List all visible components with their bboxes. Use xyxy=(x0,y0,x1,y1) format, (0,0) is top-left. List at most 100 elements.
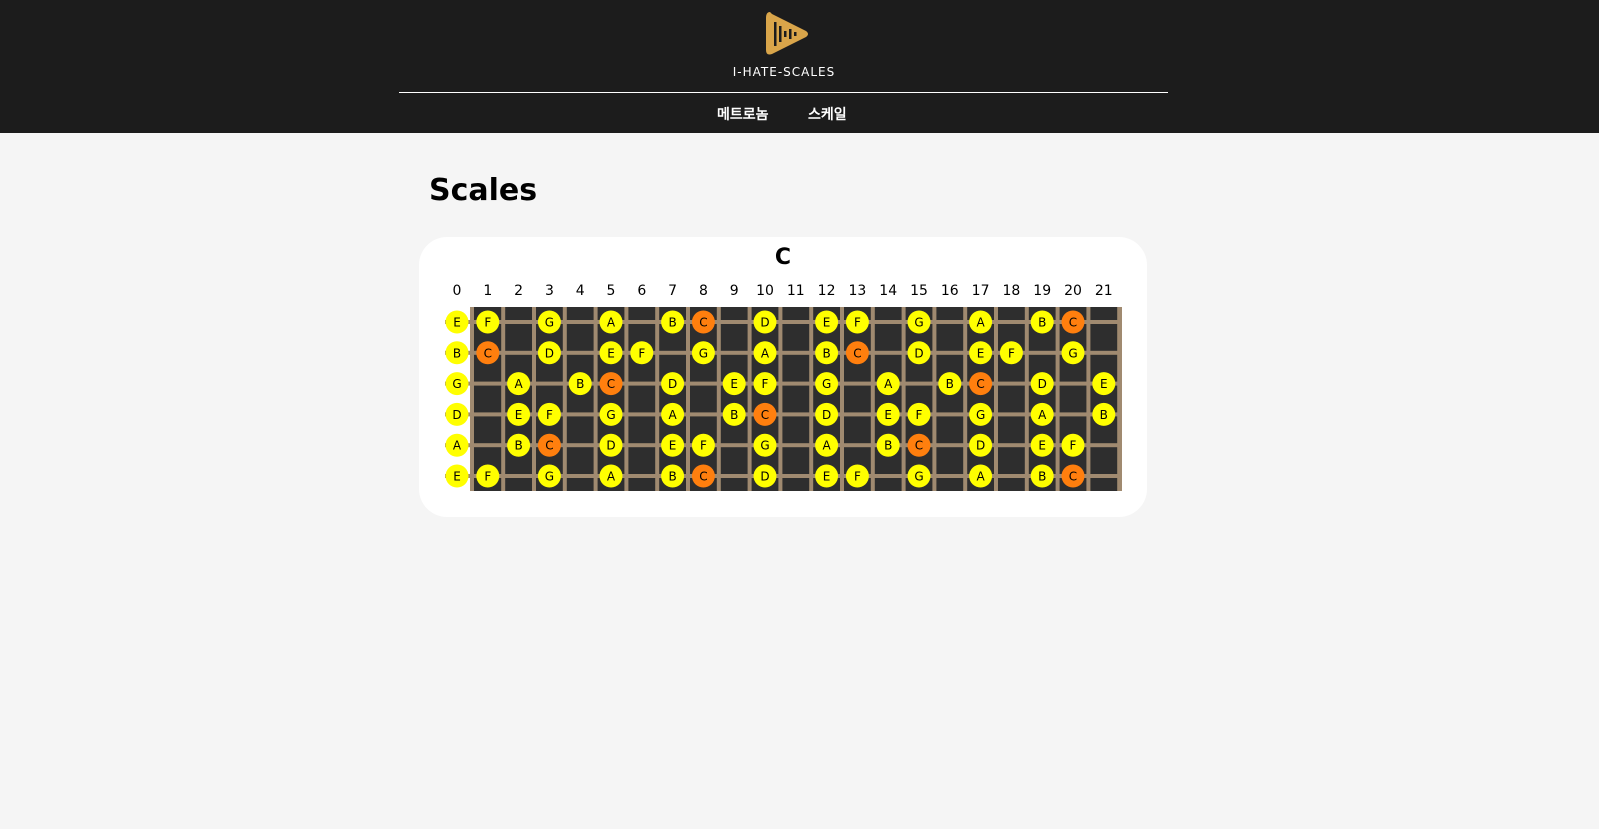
note-label: G xyxy=(545,470,554,484)
fret-number: 9 xyxy=(730,283,739,299)
fret-number: 13 xyxy=(848,283,866,299)
note-label: A xyxy=(1038,408,1047,422)
note-label: E xyxy=(453,470,461,484)
note-label: B xyxy=(668,316,676,330)
note-label: E xyxy=(977,346,985,360)
note-label: A xyxy=(822,439,831,453)
fret-number: 5 xyxy=(607,283,616,299)
fret-wire xyxy=(501,307,506,491)
fret-wire xyxy=(716,307,721,491)
note-label: B xyxy=(576,377,584,391)
note-label: E xyxy=(823,316,831,330)
note-label: B xyxy=(884,439,892,453)
note-label: A xyxy=(668,408,677,422)
fret-wire xyxy=(840,307,844,491)
fret-wire xyxy=(593,307,598,491)
note-label: F xyxy=(484,470,491,484)
note-label: G xyxy=(545,316,554,330)
fretboard-body xyxy=(472,307,1122,491)
note-label: C xyxy=(545,439,553,453)
note-label: B xyxy=(668,470,676,484)
fretboard: 0 1 2 3 4 5 6 7 8 9 10 11 12 13 14 15 16 17 18 19 20 21E F G A B C… xyxy=(445,283,1122,491)
note-label: G xyxy=(976,408,985,422)
note-label: C xyxy=(976,377,984,391)
fret-wire xyxy=(624,307,629,491)
fret-wire xyxy=(1119,307,1122,491)
scale-card: C 0 1 2 3 4 5 6 7 8 9 10 11 12 13 14 15 16 17 18 19 20 21 E F G A… xyxy=(419,237,1147,517)
fret-number: 6 xyxy=(637,283,646,299)
fret-wire xyxy=(994,307,998,491)
note-label: F xyxy=(484,316,491,330)
note-label: B xyxy=(1038,470,1046,484)
play-waveform-icon[interactable] xyxy=(762,8,810,60)
fret-number: 2 xyxy=(514,283,523,299)
note-label: B xyxy=(453,346,461,360)
note-label: A xyxy=(453,439,462,453)
note-label: A xyxy=(976,316,985,330)
fret-wire xyxy=(470,307,474,491)
note-label: D xyxy=(1038,377,1047,391)
fret-wire xyxy=(655,307,660,491)
header-divider xyxy=(399,92,1168,93)
note-label: D xyxy=(545,346,554,360)
note-label: G xyxy=(760,439,769,453)
note-label: A xyxy=(976,470,985,484)
note-label: C xyxy=(1069,316,1077,330)
note-label: G xyxy=(606,408,615,422)
note-label: A xyxy=(607,470,616,484)
note-label: G xyxy=(822,377,831,391)
nav-scale[interactable]: 스케일 xyxy=(808,104,847,124)
note-label: A xyxy=(514,377,523,391)
note-label: F xyxy=(638,346,645,360)
fret-wire xyxy=(1024,307,1029,491)
note-label: E xyxy=(607,346,615,360)
nav-metronome[interactable]: 메트로놈 xyxy=(717,104,769,124)
note-label: B xyxy=(822,346,830,360)
fret-wire xyxy=(870,307,875,491)
note-label: B xyxy=(1038,316,1046,330)
fret-number: 4 xyxy=(576,283,585,299)
note-label: E xyxy=(1100,377,1108,391)
fret-wire xyxy=(809,307,814,491)
fret-number: 8 xyxy=(699,283,708,299)
note-label: G xyxy=(699,346,708,360)
fret-wire xyxy=(778,307,783,491)
note-label: F xyxy=(854,316,861,330)
fret-number: 12 xyxy=(818,283,836,299)
fret-number: 15 xyxy=(910,283,928,299)
fret-number: 10 xyxy=(756,283,774,299)
note-label: C xyxy=(699,470,707,484)
note-label: D xyxy=(976,439,985,453)
header: I-HATE-SCALES 메트로놈 스케일 xyxy=(0,0,1599,133)
note-label: A xyxy=(761,346,770,360)
note-label: E xyxy=(453,316,461,330)
fret-number: 11 xyxy=(787,283,805,299)
fret-wire xyxy=(747,307,752,491)
fret-wire xyxy=(1055,307,1060,491)
note-label: E xyxy=(669,439,677,453)
note-label: D xyxy=(914,346,923,360)
note-label: G xyxy=(1068,346,1077,360)
note-label: B xyxy=(730,408,738,422)
fret-wire xyxy=(932,307,937,491)
fret-number: 21 xyxy=(1095,283,1113,299)
fret-wire xyxy=(963,307,968,491)
note-label: E xyxy=(884,408,892,422)
note-label: F xyxy=(854,470,861,484)
note-label: D xyxy=(452,408,461,422)
fret-wire xyxy=(686,307,690,491)
fret-number: 14 xyxy=(879,283,897,299)
note-label: F xyxy=(1008,346,1015,360)
note-label: D xyxy=(760,470,769,484)
note-label: C xyxy=(761,408,769,422)
note-label: G xyxy=(914,316,923,330)
fret-number: 1 xyxy=(483,283,492,299)
note-label: E xyxy=(515,408,523,422)
note-label: B xyxy=(1100,408,1108,422)
note-label: C xyxy=(484,346,492,360)
note-label: D xyxy=(760,316,769,330)
fret-number: 7 xyxy=(668,283,677,299)
note-label: F xyxy=(1070,439,1077,453)
fret-number: 0 xyxy=(453,283,462,299)
note-label: E xyxy=(730,377,738,391)
